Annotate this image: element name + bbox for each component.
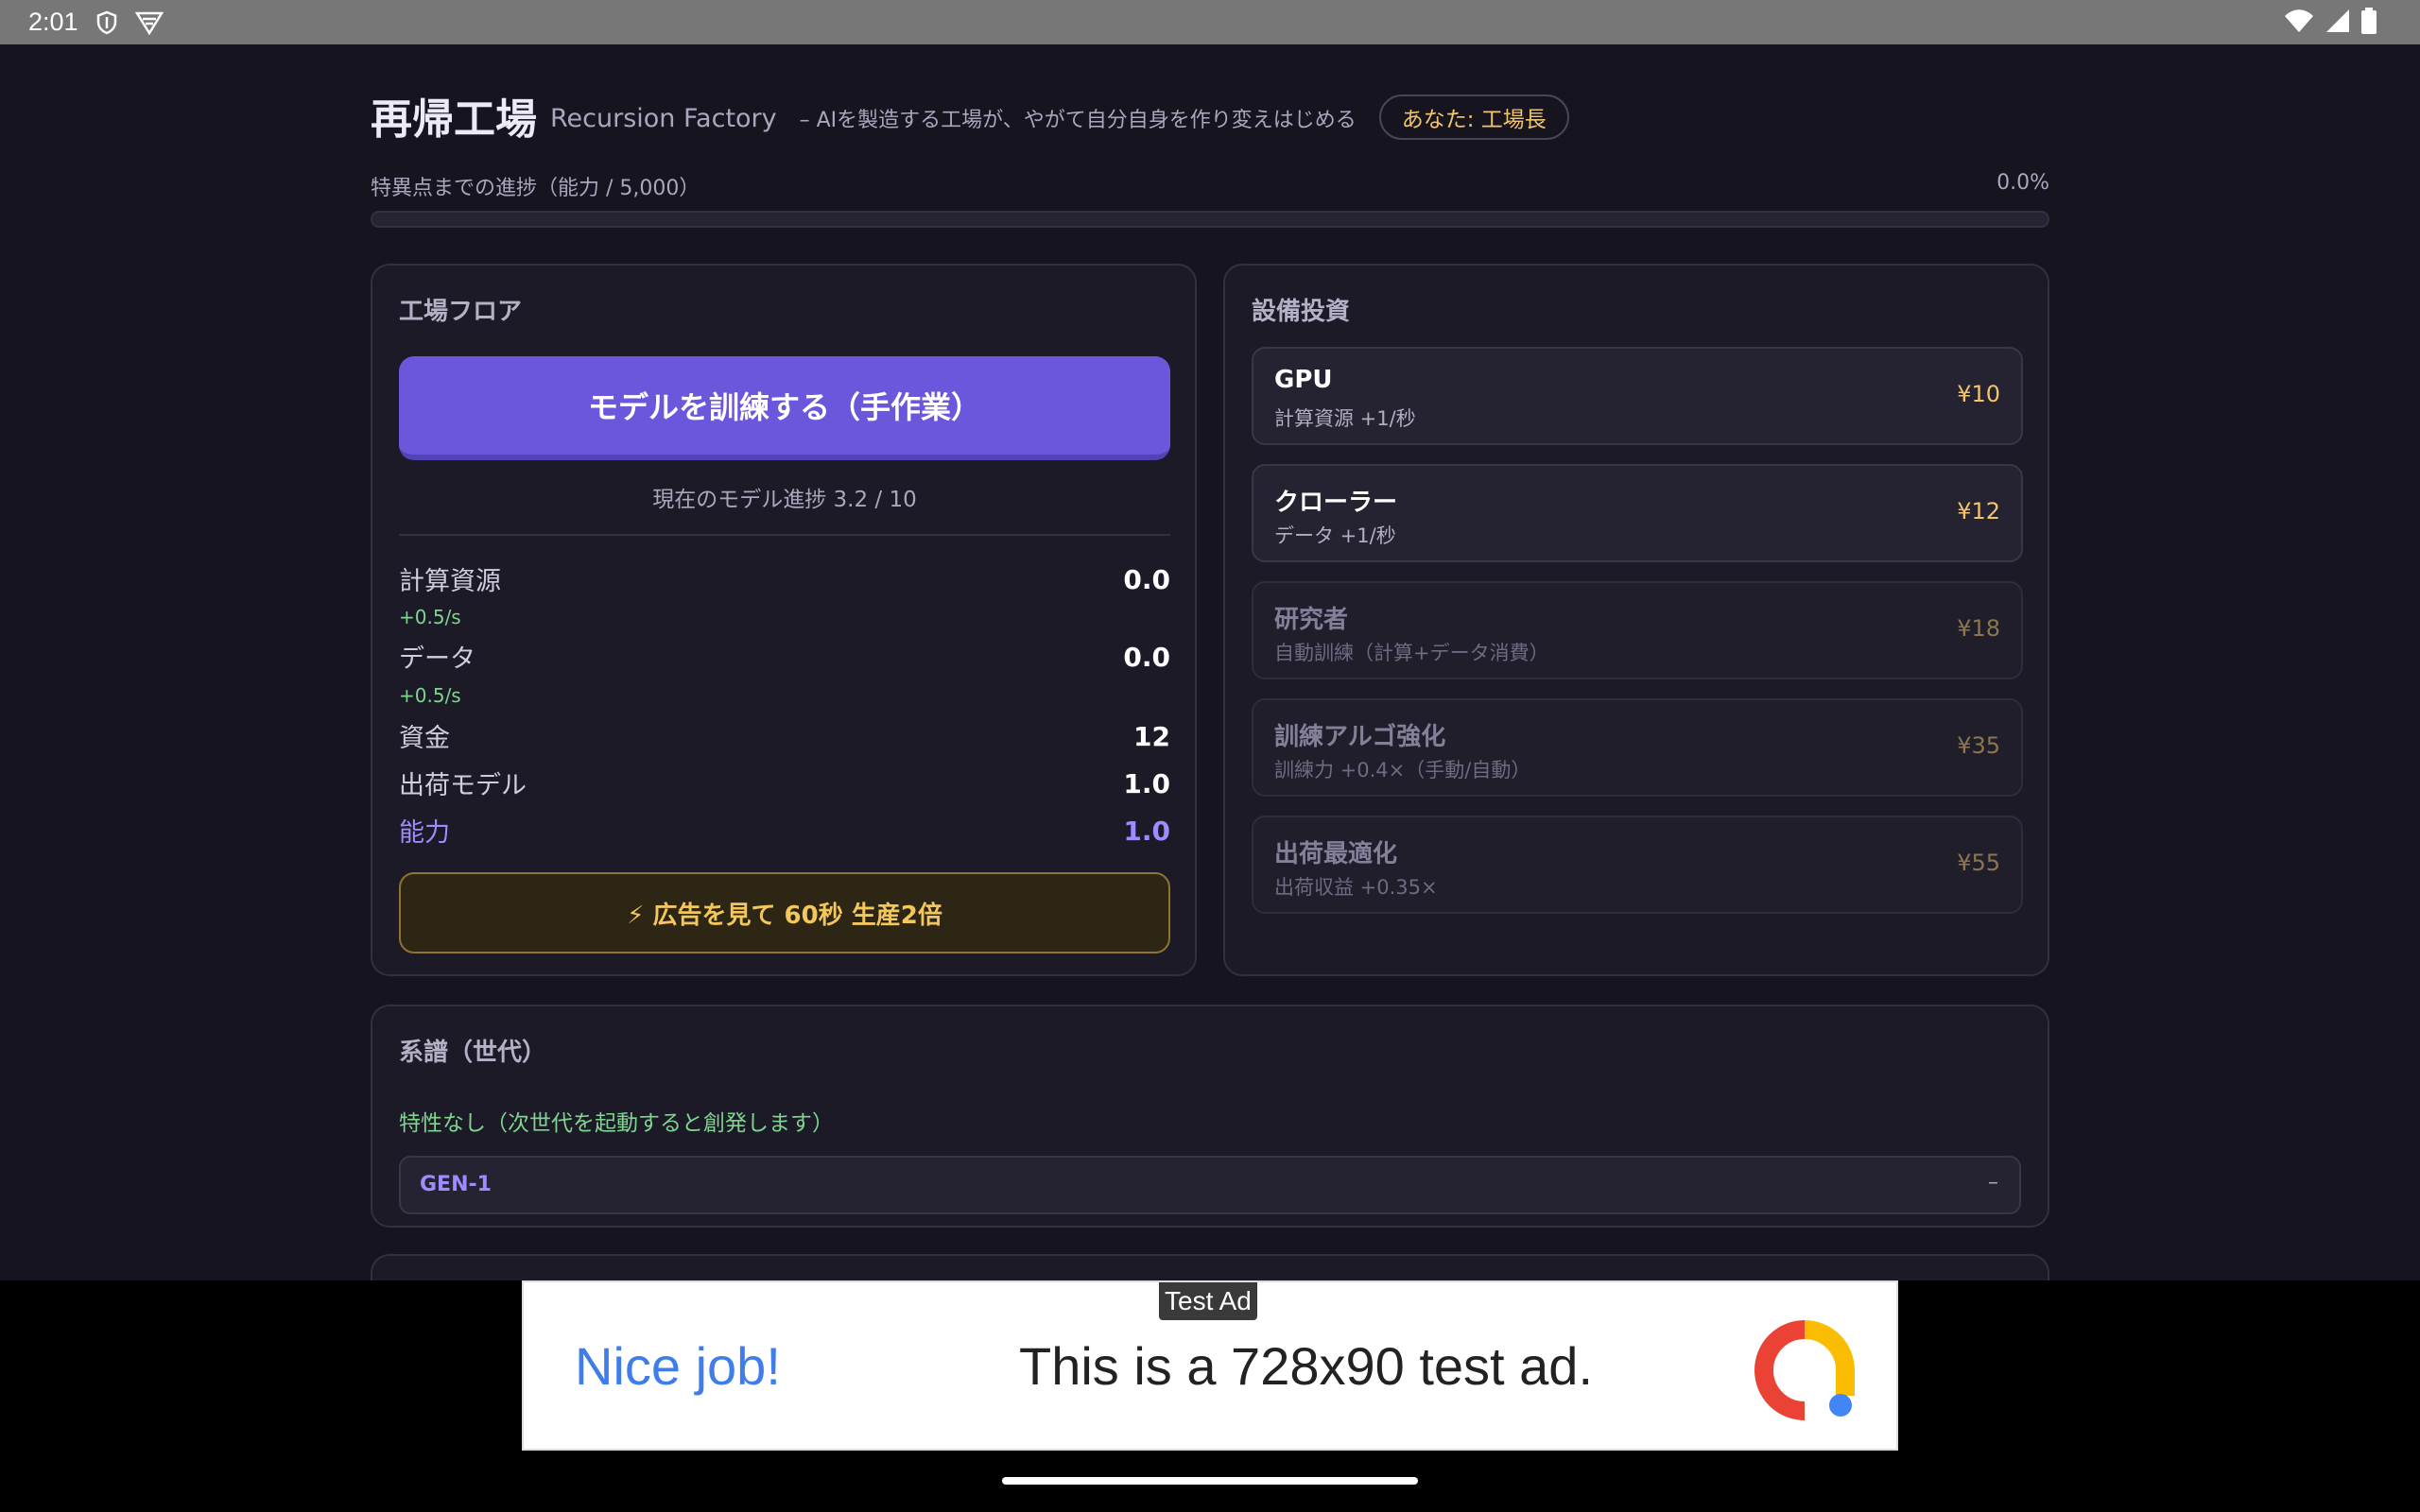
model-progress-text: 現在のモデル進捗 3.2 / 10 [652, 488, 917, 512]
stat-value: 0.0 [1123, 642, 1170, 673]
stat-compute: 計算資源 0.0 [399, 560, 1170, 598]
admob-logo-icon [1753, 1318, 1857, 1422]
singularity-progress-percent: 0.0% [1996, 171, 2049, 195]
tagline: – AIを製造する工場が、やがて自分自身を作り変えはじめる [799, 109, 1357, 132]
equip-name: 訓練アルゴ強化 [1274, 723, 1446, 751]
stat-funds: 資金 12 [399, 717, 1170, 755]
equip-price: ¥12 [1957, 498, 2000, 524]
stat-label: 能力 [399, 818, 450, 848]
train-model-button[interactable]: モデルを訓練する（手作業） [399, 356, 1170, 460]
test-ad-tag: Test Ad [1159, 1282, 1257, 1320]
equip-item-gpu[interactable]: GPU 計算資源 +1/秒 ¥10 [1252, 347, 2023, 445]
page-title: 再帰工場 [371, 95, 537, 144]
trait-note: 特性なし（次世代を起動すると創発します） [399, 1111, 834, 1136]
stat-value: 12 [1133, 721, 1170, 752]
equip-name: GPU [1274, 366, 1333, 394]
header: 再帰工場 Recursion Factory – AIを製造する工場が、やがて自… [371, 82, 1569, 148]
equip-name: クローラー [1274, 489, 1398, 517]
equip-desc: 計算資源 +1/秒 [1274, 407, 1416, 430]
equip-item-shipping-optimization[interactable]: 出荷最適化 出荷収益 +0.35× ¥55 [1252, 816, 2023, 914]
equip-item-training-algo[interactable]: 訓練アルゴ強化 訓練力 +0.4×（手動/自動） ¥35 [1252, 698, 2023, 797]
factory-floor-panel: 工場フロア モデルを訓練する（手作業） 現在のモデル進捗 3.2 / 10 計算… [371, 264, 1197, 976]
home-indicator[interactable] [1002, 1477, 1418, 1485]
equipment-panel: 設備投資 GPU 計算資源 +1/秒 ¥10 クローラー データ +1/秒 ¥1… [1223, 264, 2049, 976]
stat-shipped-models: 出荷モデル 1.0 [399, 765, 1170, 802]
stat-compute-rate: +0.5/s [399, 606, 461, 628]
ad-body: This is a 728x90 test ad. [1019, 1336, 1594, 1396]
singularity-progress-bar [371, 211, 2049, 228]
status-bar: 2:01 [0, 0, 2420, 44]
stat-value: 1.0 [1123, 816, 1170, 847]
signal-icon [2325, 9, 2350, 37]
ad-boost-button[interactable]: ⚡ 広告を見て 60秒 生産2倍 [399, 872, 1170, 954]
vpn-icon [134, 10, 164, 35]
stat-label: 計算資源 [399, 567, 501, 596]
generation-row[interactable]: GEN-1 – [399, 1156, 2021, 1214]
generation-label: GEN-1 [420, 1173, 492, 1196]
shield-icon [95, 10, 118, 35]
equip-desc: 訓練力 +0.4×（手動/自動） [1274, 759, 1531, 782]
status-time: 2:01 [28, 8, 78, 36]
generation-detail: – [1988, 1171, 1998, 1194]
stat-capability: 能力 1.0 [399, 812, 1170, 850]
page-subtitle: Recursion Factory [550, 103, 777, 133]
ad-banner-area: Test Ad Nice job! This is a 728x90 test … [0, 1280, 2420, 1512]
stat-value: 1.0 [1123, 768, 1170, 799]
equip-price: ¥18 [1957, 615, 2000, 642]
battery-icon [2361, 7, 2377, 38]
role-badge: あなた: 工場長 [1378, 94, 1569, 140]
stat-label: データ [399, 644, 475, 674]
divider [399, 534, 1170, 536]
equip-item-crawler[interactable]: クローラー データ +1/秒 ¥12 [1252, 464, 2023, 562]
equip-price: ¥10 [1957, 381, 2000, 407]
stat-data-rate: +0.5/s [399, 684, 461, 707]
equip-desc: データ +1/秒 [1274, 524, 1396, 547]
equip-price: ¥55 [1957, 850, 2000, 876]
stat-label: 出荷モデル [399, 771, 527, 800]
stat-label: 資金 [399, 724, 450, 753]
lineage-title: 系譜（世代） [399, 1039, 547, 1067]
singularity-progress-label: 特異点までの進捗（能力 / 5,000） [371, 177, 700, 200]
equip-name: 出荷最適化 [1274, 840, 1398, 868]
equip-item-researcher[interactable]: 研究者 自動訓練（計算+データ消費） ¥18 [1252, 581, 2023, 679]
ad-banner[interactable]: Test Ad Nice job! This is a 728x90 test … [522, 1280, 1898, 1451]
stat-data: データ 0.0 [399, 638, 1170, 676]
wifi-icon [2284, 9, 2314, 37]
equip-desc: 自動訓練（計算+データ消費） [1274, 642, 1549, 664]
equipment-title: 設備投資 [1252, 298, 1351, 326]
equip-price: ¥35 [1957, 732, 2000, 759]
factory-floor-title: 工場フロア [399, 298, 523, 326]
lineage-panel: 系譜（世代） 特性なし（次世代を起動すると創発します） GEN-1 – [371, 1005, 2049, 1228]
stat-value: 0.0 [1123, 564, 1170, 595]
ad-headline: Nice job! [575, 1336, 781, 1396]
equip-name: 研究者 [1274, 606, 1349, 634]
equip-desc: 出荷収益 +0.35× [1274, 876, 1438, 899]
